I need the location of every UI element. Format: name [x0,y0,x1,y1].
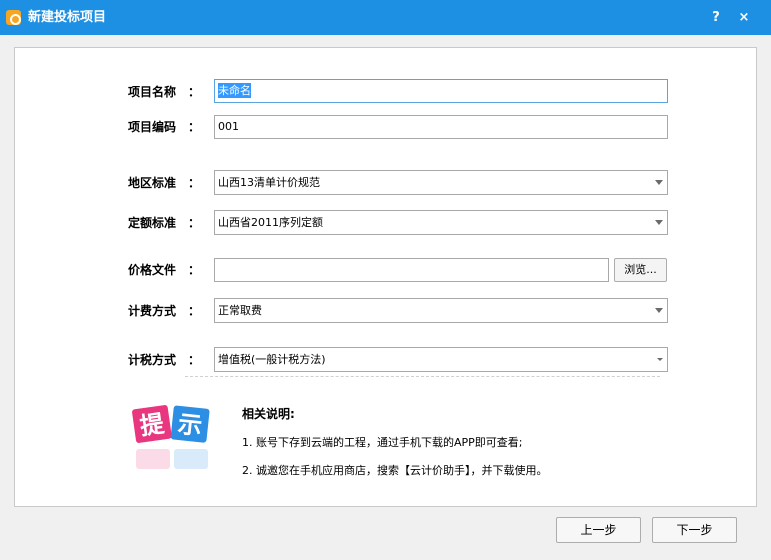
chevron-down-icon [655,180,663,185]
project-name-value: 未命名 [218,83,251,98]
price-file-input[interactable] [214,258,609,282]
hint-item-2: 2. 诚邀您在手机应用商店，搜索【云计价助手】，并下载使用。 [242,464,548,477]
region-standard-value: 山西13清单计价规范 [218,176,320,189]
region-standard-select[interactable]: 山西13清单计价规范 [214,170,668,195]
project-code-input[interactable]: 001 [214,115,668,139]
browse-button[interactable]: 浏览... [614,258,667,282]
quota-standard-select[interactable]: 山西省2011序列定额 [214,210,668,235]
hint-icon: 提 示 [132,405,210,469]
project-name-input[interactable]: 未命名 [214,79,668,103]
next-button[interactable]: 下一步 [652,517,737,543]
quota-standard-value: 山西省2011序列定额 [218,216,323,229]
tax-method-value: 增值税(一般计税方法) [218,353,326,366]
hint-item-1: 1. 账号下存到云端的工程，通过手机下载的APP即可查看; [242,436,523,449]
tax-method-colon: ： [188,353,201,367]
fee-method-select[interactable]: 正常取费 [214,298,668,323]
fee-method-colon: ： [188,304,201,318]
fee-method-value: 正常取费 [218,304,262,317]
region-standard-colon: ： [188,176,201,190]
title-bar: 新建投标项目 ? × [0,0,771,35]
quota-standard-colon: ： [188,216,201,230]
project-code-colon: ： [188,120,201,134]
chevron-down-icon [655,308,663,313]
project-name-colon: ： [188,85,201,99]
chevron-down-icon [657,358,663,361]
svg-text:提: 提 [138,409,167,440]
price-file-colon: ： [188,263,201,277]
tax-method-select[interactable]: 增值税(一般计税方法) [214,347,668,372]
close-button[interactable]: × [734,8,754,28]
divider [185,376,660,377]
project-code-value: 001 [218,120,239,133]
previous-button[interactable]: 上一步 [556,517,641,543]
help-button[interactable]: ? [706,8,726,28]
hint-title: 相关说明: [242,407,295,421]
window-title: 新建投标项目 [28,10,107,25]
app-icon [6,10,21,25]
svg-text:示: 示 [177,410,204,440]
form-panel: 项目名称 ： 未命名 项目编码 ： 001 地区标准 ： 山西13清单计价规范 … [14,47,757,507]
chevron-down-icon [655,220,663,225]
